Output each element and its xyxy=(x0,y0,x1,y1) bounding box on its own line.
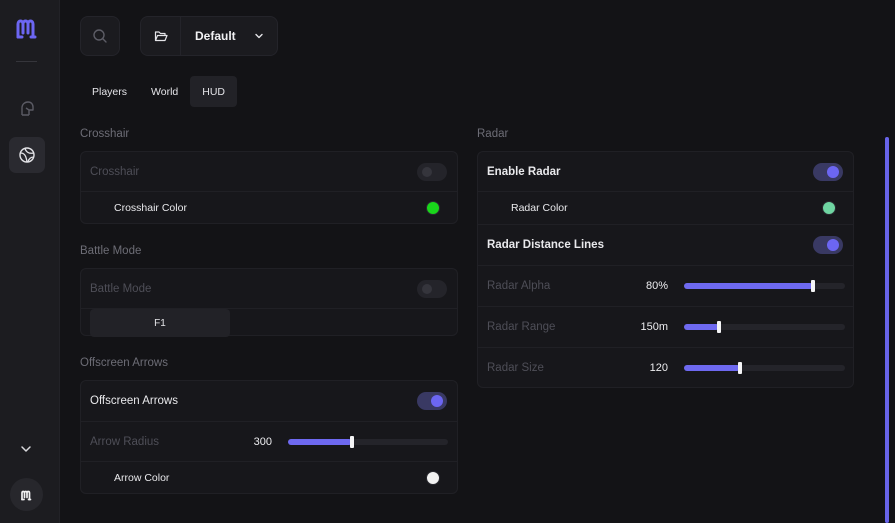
sidebar-item-visuals[interactable] xyxy=(9,137,45,173)
chevron-down-icon xyxy=(255,33,263,39)
user-logo-icon xyxy=(21,490,32,500)
radar-distance-lines-row: Radar Distance Lines xyxy=(478,225,853,266)
scrollbar[interactable] xyxy=(885,137,889,523)
profile-select[interactable]: Default xyxy=(140,16,278,56)
radar-color-swatch[interactable] xyxy=(822,201,836,215)
radar-range-value: 150m xyxy=(640,321,668,333)
radar-color-label: Radar Color xyxy=(511,202,568,214)
chevron-down-icon[interactable] xyxy=(18,441,34,457)
radar-card: Enable Radar Radar Color Radar Distance … xyxy=(477,151,854,388)
crosshair-toggle-label: Crosshair xyxy=(90,165,140,178)
sidebar-divider xyxy=(16,61,37,62)
battle-mode-keybind-button[interactable]: F1 xyxy=(90,309,230,337)
folder-open-icon xyxy=(154,31,168,42)
enable-radar-label: Enable Radar xyxy=(487,165,561,178)
arrow-radius-slider[interactable] xyxy=(288,435,448,448)
radar-distance-lines-label: Radar Distance Lines xyxy=(487,239,604,251)
arrow-color-swatch[interactable] xyxy=(426,471,440,485)
radar-size-label: Radar Size xyxy=(487,362,544,374)
radar-range-label: Radar Range xyxy=(487,321,556,333)
app-logo-icon xyxy=(16,19,37,39)
search-button[interactable] xyxy=(80,16,120,56)
tab-players[interactable]: Players xyxy=(80,76,139,107)
sidebar-item-combat[interactable] xyxy=(9,91,45,127)
battle-mode-keybind-row: F1 xyxy=(81,309,457,337)
radar-section-title: Radar xyxy=(477,128,509,140)
arrow-radius-value: 300 xyxy=(253,435,272,448)
offscreen-arrows-card: Offscreen Arrows Arrow Radius 300 Arrow … xyxy=(80,380,458,494)
tab-bar: Players World HUD xyxy=(80,76,237,107)
radar-alpha-value: 80% xyxy=(645,280,668,292)
offscreen-arrows-section-title: Offscreen Arrows xyxy=(80,357,168,369)
radar-alpha-row: Radar Alpha 80% xyxy=(478,266,853,307)
tab-world[interactable]: World xyxy=(139,76,190,107)
crosshair-section-title: Crosshair xyxy=(80,128,130,140)
battle-mode-toggle-label: Battle Mode xyxy=(90,282,152,295)
arrow-radius-label: Arrow Radius xyxy=(90,435,160,448)
tab-hud[interactable]: HUD xyxy=(190,76,237,107)
battle-mode-section-title: Battle Mode xyxy=(80,245,142,257)
radar-distance-lines-toggle[interactable] xyxy=(813,236,843,254)
crosshair-toggle-row: Crosshair xyxy=(81,152,457,192)
globe-icon xyxy=(19,147,35,163)
helmet-icon xyxy=(21,101,34,116)
crosshair-color-swatch[interactable] xyxy=(426,201,440,215)
crosshair-toggle[interactable] xyxy=(417,162,447,181)
battle-mode-toggle-row: Battle Mode xyxy=(81,269,457,309)
radar-size-row: Radar Size 120 xyxy=(478,348,853,388)
offscreen-arrows-toggle-row: Offscreen Arrows xyxy=(81,381,457,422)
avatar[interactable] xyxy=(10,478,43,511)
search-icon xyxy=(93,29,107,43)
arrow-color-row: Arrow Color xyxy=(81,462,457,494)
battle-mode-toggle[interactable] xyxy=(417,279,447,298)
enable-radar-row: Enable Radar xyxy=(478,152,853,192)
crosshair-color-label: Crosshair Color xyxy=(114,202,187,214)
radar-alpha-label: Radar Alpha xyxy=(487,280,551,292)
arrow-radius-row: Arrow Radius 300 xyxy=(81,422,457,462)
offscreen-arrows-toggle-label: Offscreen Arrows xyxy=(90,395,178,407)
radar-range-slider[interactable] xyxy=(684,321,845,333)
crosshair-color-row: Crosshair Color xyxy=(81,192,457,224)
profile-name: Default xyxy=(195,29,236,43)
radar-range-row: Radar Range 150m xyxy=(478,307,853,348)
offscreen-arrows-toggle[interactable] xyxy=(417,392,447,410)
radar-alpha-slider[interactable] xyxy=(684,280,845,292)
enable-radar-toggle[interactable] xyxy=(813,162,843,181)
sidebar xyxy=(0,0,60,523)
battle-mode-card: Battle Mode F1 xyxy=(80,268,458,337)
profile-folder-button[interactable] xyxy=(141,17,181,55)
arrow-color-label: Arrow Color xyxy=(114,472,170,484)
radar-size-slider[interactable] xyxy=(684,362,845,374)
radar-color-row: Radar Color xyxy=(478,192,853,225)
radar-size-value: 120 xyxy=(649,362,668,374)
crosshair-card: Crosshair Crosshair Color xyxy=(80,151,458,224)
